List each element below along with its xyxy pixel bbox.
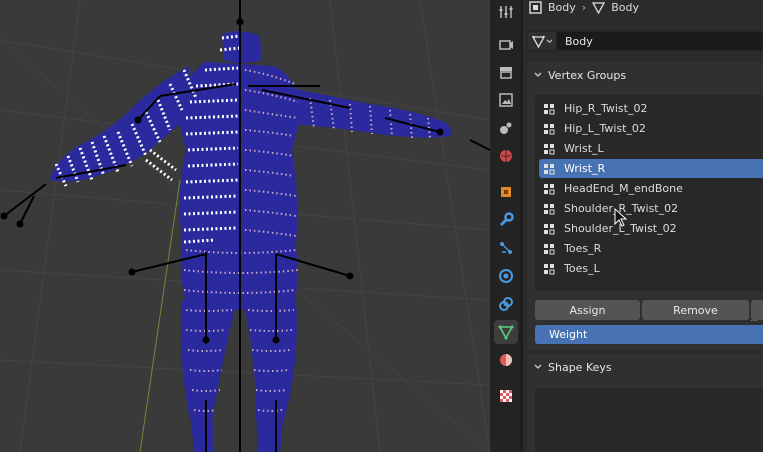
- vertex-group-item[interactable]: Shoulder_R_Twist_02: [539, 199, 763, 218]
- tab-output[interactable]: [494, 60, 518, 84]
- shape-keys-panel: Shape Keys: [527, 354, 763, 452]
- vertex-group-icon: [544, 203, 555, 214]
- tab-object[interactable]: [494, 180, 518, 204]
- mesh-data-icon: [531, 35, 545, 48]
- tab-physics[interactable]: [494, 264, 518, 288]
- vertex-group-name: Hip_L_Twist_02: [564, 122, 646, 135]
- shape-keys-header[interactable]: Shape Keys: [527, 354, 763, 380]
- vertex-group-name: Toes_R: [564, 242, 602, 255]
- select-button[interactable]: [751, 300, 763, 320]
- vertex-group-name: Hip_R_Twist_02: [564, 102, 648, 115]
- tab-material[interactable]: [494, 348, 518, 372]
- output-icon: [500, 67, 512, 79]
- character-mesh: [50, 31, 452, 452]
- vertex-group-item[interactable]: Shoulder_L_Twist_02: [539, 219, 763, 238]
- weight-slider[interactable]: Weight: [535, 325, 763, 344]
- breadcrumb: Body › Body: [529, 0, 639, 14]
- tab-view-layer[interactable]: [494, 88, 518, 112]
- object-icon: [501, 187, 511, 197]
- breadcrumb-separator-icon: ›: [581, 0, 587, 14]
- tab-particles[interactable]: [494, 236, 518, 260]
- vertex-group-icon: [544, 143, 555, 154]
- particles-icon: [500, 242, 512, 254]
- y-axis-line: [139, 179, 181, 452]
- render-icon: [499, 40, 513, 50]
- tab-tool[interactable]: [494, 0, 518, 24]
- chevron-down-icon: [534, 72, 542, 77]
- 3d-viewport[interactable]: [0, 0, 490, 452]
- scene-icon: [500, 122, 512, 134]
- assign-button[interactable]: Assign: [535, 300, 640, 320]
- texture-icon: [500, 390, 512, 402]
- vertex-group-icon: [544, 163, 555, 174]
- physics-icon: [499, 269, 513, 283]
- object-icon: [529, 0, 542, 14]
- vertex-group-name: HeadEnd_M_endBone: [564, 182, 683, 195]
- tab-scene[interactable]: [494, 116, 518, 140]
- viewport-canvas: [0, 0, 490, 452]
- tab-texture[interactable]: [494, 384, 518, 408]
- tab-world[interactable]: [494, 144, 518, 168]
- mesh-name-field[interactable]: Body: [557, 31, 763, 51]
- shape-key-list[interactable]: [535, 388, 763, 452]
- tab-modifier[interactable]: [494, 208, 518, 232]
- properties-panel: Body › Body Body Vertex Groups Hip_R_Twi…: [523, 0, 763, 452]
- vertex-group-list[interactable]: Hip_R_Twist_02 Hip_L_Twist_02 Wrist_L Wrist…: [535, 95, 763, 323]
- vertex-group-item[interactable]: Wrist_R: [539, 159, 763, 178]
- vertex-groups-panel: Vertex Groups Hip_R_Twist_02 Hip_L_Twist_…: [527, 62, 763, 350]
- vertex-group-icon: [544, 263, 555, 274]
- constraints-icon: [499, 297, 513, 311]
- vertex-group-item[interactable]: Toes_R: [539, 239, 763, 258]
- vertex-group-name: Toes_L: [564, 262, 600, 275]
- vertex-group-icon: [544, 183, 555, 194]
- vertex-group-item[interactable]: HeadEnd_M_endBone: [539, 179, 763, 198]
- shape-keys-title: Shape Keys: [548, 360, 612, 374]
- vertex-groups-title: Vertex Groups: [548, 68, 627, 82]
- vertex-group-icon: [544, 223, 555, 234]
- mouse-cursor-icon: [614, 208, 628, 227]
- vertex-group-item[interactable]: Wrist_L: [539, 139, 763, 158]
- vertex-group-item[interactable]: Hip_L_Twist_02: [539, 119, 763, 138]
- vertex-group-icon: [544, 123, 555, 134]
- tab-constraints[interactable]: [494, 292, 518, 316]
- breadcrumb-object: Body: [548, 0, 576, 14]
- tool-icon: [499, 6, 513, 18]
- vertex-group-name: Wrist_R: [564, 162, 606, 175]
- mesh-data-icon: [498, 325, 514, 340]
- chevron-down-icon: [534, 364, 542, 369]
- breadcrumb-mesh: Body: [611, 0, 639, 14]
- tab-render[interactable]: [494, 32, 518, 56]
- tab-mesh-data[interactable]: [494, 320, 518, 344]
- mesh-data-icon: [592, 1, 606, 14]
- view-layer-icon: [499, 93, 513, 107]
- vertex-group-icon: [544, 103, 555, 114]
- modifier-icon: [499, 212, 514, 227]
- vertex-group-icon: [544, 243, 555, 254]
- weight-label: Weight: [549, 328, 588, 341]
- world-icon: [500, 150, 512, 162]
- vertex-group-item[interactable]: Toes_L: [539, 259, 763, 278]
- remove-button[interactable]: Remove: [642, 300, 749, 320]
- properties-tab-strip: [490, 0, 522, 452]
- vertex-group-item[interactable]: Hip_R_Twist_02: [539, 99, 763, 118]
- mesh-browse-button[interactable]: [527, 31, 557, 51]
- vertex-group-buttons: Assign Remove: [535, 300, 763, 320]
- vertex-group-name: Wrist_L: [564, 142, 604, 155]
- vertex-groups-header[interactable]: Vertex Groups: [527, 62, 763, 88]
- chevron-down-icon: [545, 38, 553, 43]
- material-icon: [500, 354, 512, 366]
- mesh-datablock-row: Body: [527, 31, 763, 51]
